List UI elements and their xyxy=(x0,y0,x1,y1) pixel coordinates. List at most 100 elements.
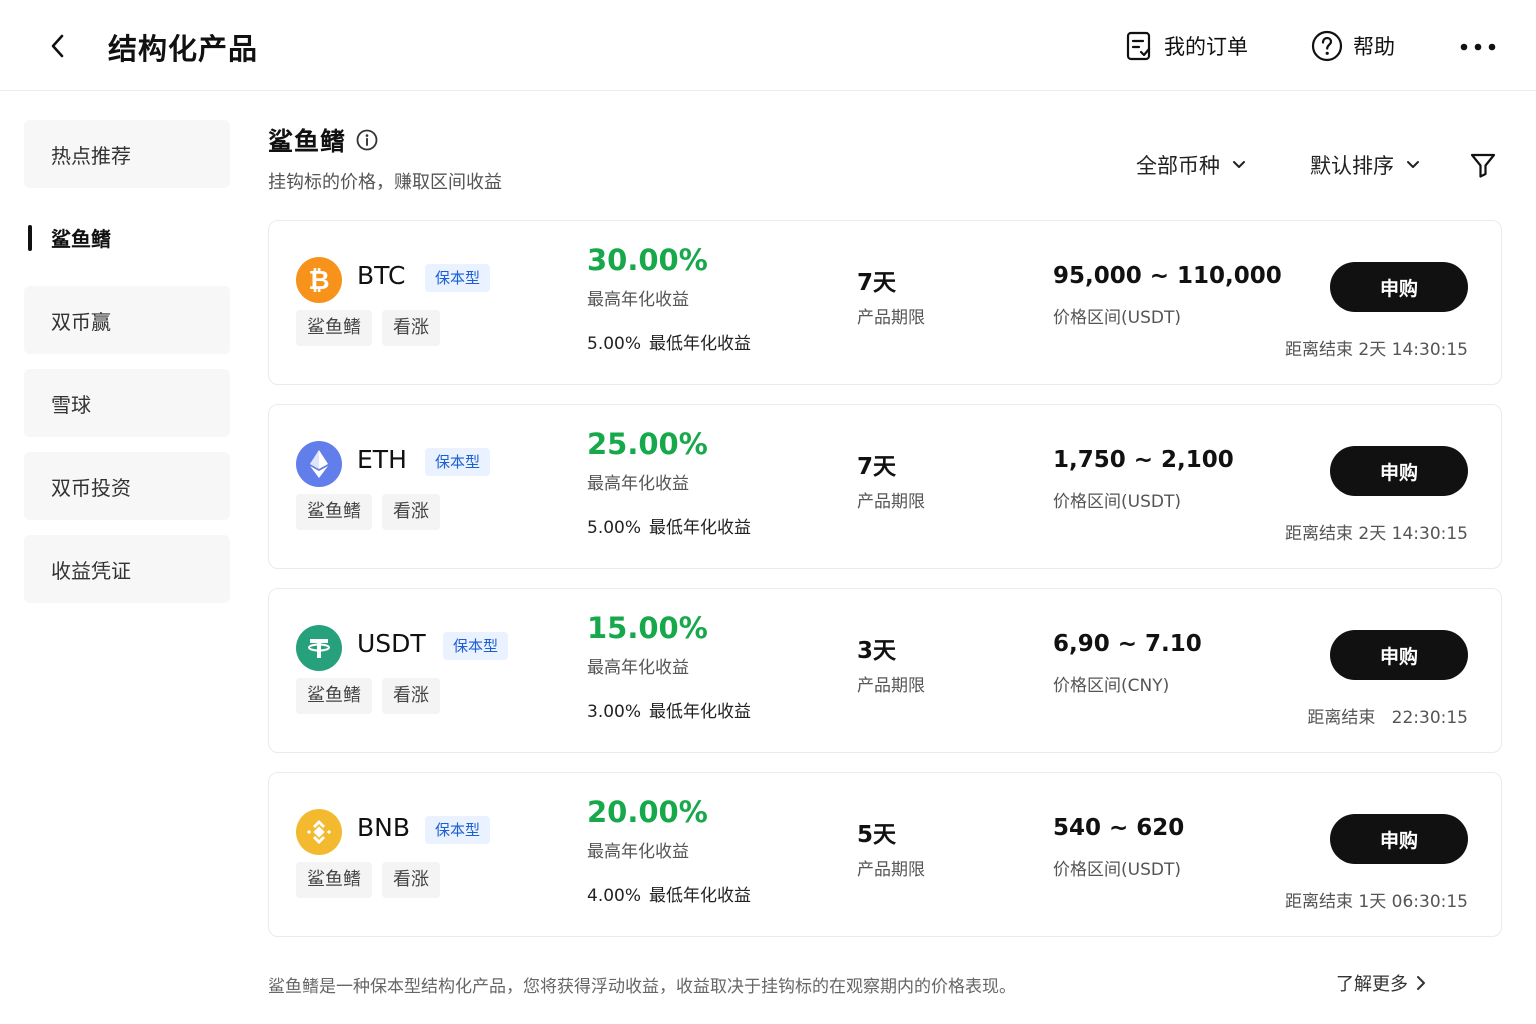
coin-name: USDT xyxy=(357,629,426,658)
max-apy-value: 30.00% xyxy=(587,243,708,277)
sidebar-item-label: 收益凭证 xyxy=(51,558,131,583)
min-apy-value: 5.00% xyxy=(587,518,642,538)
min-apy: 4.00% 最低年化收益 xyxy=(587,881,751,906)
coin-name: BTC xyxy=(357,261,406,290)
countdown: 距离结束 22:30:15 xyxy=(1307,703,1468,728)
more-button[interactable] xyxy=(1456,30,1500,64)
tag: 看涨 xyxy=(382,678,440,714)
chevron-left-icon xyxy=(51,34,64,58)
price-range-value: 95,000 ~ 110,000 xyxy=(1053,263,1282,289)
active-indicator xyxy=(28,225,32,251)
max-apy-value: 15.00% xyxy=(587,611,708,645)
filter-icon xyxy=(1470,153,1496,178)
countdown-label: 距离结束 xyxy=(1285,892,1354,912)
principal-protected-badge: 保本型 xyxy=(425,264,491,292)
price-range-label: 价格区间(CNY) xyxy=(1053,676,1170,696)
min-apy-value: 5.00% xyxy=(587,334,642,354)
sidebar-item-dual-win[interactable]: 双币赢 xyxy=(24,286,230,354)
usdt-icon xyxy=(296,625,342,671)
sidebar-item-label: 双币投资 xyxy=(51,475,131,500)
product-card: ETH 保本型 鲨鱼鳍 看涨 25.00% 最高年化收益 5.00% 最低年化收益… xyxy=(268,404,1502,569)
term-value: 3天 xyxy=(857,638,897,664)
tag-group: 鲨鱼鳍 看涨 xyxy=(296,310,440,346)
section-title-text: 鲨鱼鳍 xyxy=(268,127,347,156)
filter-button[interactable] xyxy=(1466,148,1500,182)
product-card: USDT 保本型 鲨鱼鳍 看涨 15.00% 最高年化收益 3.00% 最低年化收… xyxy=(268,588,1502,753)
back-button[interactable] xyxy=(40,28,76,64)
min-apy-value: 3.00% xyxy=(587,702,642,722)
countdown-label: 距离结束 xyxy=(1307,708,1376,728)
tag: 鲨鱼鳍 xyxy=(296,862,372,898)
learn-more-link[interactable]: 了解更多 xyxy=(1336,970,1426,996)
countdown: 距离结束 1天 06:30:15 xyxy=(1285,887,1468,912)
countdown-value: 1天 06:30:15 xyxy=(1358,892,1468,912)
section-header: 鲨鱼鳍 挂钩标的价格，赚取区间收益 xyxy=(268,122,502,194)
subscribe-button[interactable]: 申购 xyxy=(1330,814,1468,864)
sort-dropdown[interactable]: 默认排序 xyxy=(1310,150,1420,180)
countdown: 距离结束 2天 14:30:15 xyxy=(1285,519,1468,544)
min-apy-label: 最低年化收益 xyxy=(649,518,752,538)
sidebar-item-label: 鲨鱼鳍 xyxy=(51,226,111,251)
tag-group: 鲨鱼鳍 看涨 xyxy=(296,494,440,530)
footnote: 鲨鱼鳍是一种保本型结构化产品，您将获得浮动收益，收益取决于挂钩标的在观察期内的价… xyxy=(268,977,1016,997)
coin-name: ETH xyxy=(357,445,407,474)
info-icon[interactable] xyxy=(356,129,378,151)
price-range-label: 价格区间(USDT) xyxy=(1053,492,1181,512)
countdown-value: 22:30:15 xyxy=(1391,708,1468,728)
sort-label: 默认排序 xyxy=(1310,154,1394,178)
my-orders-button[interactable]: 我的订单 xyxy=(1124,30,1248,62)
product-card: BNB 保本型 鲨鱼鳍 看涨 20.00% 最高年化收益 4.00% 最低年化收益… xyxy=(268,772,1502,937)
sidebar-item-dual-investment[interactable]: 双币投资 xyxy=(24,452,230,520)
min-apy-label: 最低年化收益 xyxy=(649,702,752,722)
bnb-icon xyxy=(296,809,342,855)
sidebar-item-label: 热点推荐 xyxy=(51,143,131,168)
coin-filter-label: 全部币种 xyxy=(1136,154,1220,178)
top-bar: 结构化产品 我的订单 帮助 xyxy=(0,0,1536,91)
term-label: 产品期限 xyxy=(857,676,925,696)
min-apy: 5.00% 最低年化收益 xyxy=(587,329,751,354)
section-title: 鲨鱼鳍 xyxy=(268,122,502,158)
help-button[interactable]: 帮助 xyxy=(1311,30,1395,62)
page-title: 结构化产品 xyxy=(108,32,259,66)
tag-group: 鲨鱼鳍 看涨 xyxy=(296,862,440,898)
chevron-down-icon xyxy=(1407,161,1419,168)
countdown-label: 距离结束 xyxy=(1285,524,1354,544)
coin-filter-dropdown[interactable]: 全部币种 xyxy=(1136,150,1246,180)
my-orders-label: 我的订单 xyxy=(1164,35,1248,59)
tag-group: 鲨鱼鳍 看涨 xyxy=(296,678,440,714)
tag: 看涨 xyxy=(382,494,440,530)
sidebar-item-income-certificate[interactable]: 收益凭证 xyxy=(24,535,230,603)
section-subtitle: 挂钩标的价格，赚取区间收益 xyxy=(268,172,502,193)
chevron-right-icon xyxy=(1417,976,1425,990)
sidebar-item-hot[interactable]: 热点推荐 xyxy=(24,120,230,188)
term-value: 5天 xyxy=(857,822,897,848)
min-apy: 5.00% 最低年化收益 xyxy=(587,513,751,538)
principal-protected-badge: 保本型 xyxy=(425,448,491,476)
sidebar: 热点推荐 鲨鱼鳍 双币赢 雪球 双币投资 收益凭证 xyxy=(24,120,230,618)
max-apy-label: 最高年化收益 xyxy=(587,290,689,310)
tag: 鲨鱼鳍 xyxy=(296,310,372,346)
chevron-down-icon xyxy=(1233,161,1245,168)
max-apy-label: 最高年化收益 xyxy=(587,474,689,494)
term-value: 7天 xyxy=(857,454,897,480)
tag: 鲨鱼鳍 xyxy=(296,678,372,714)
order-icon xyxy=(1126,31,1151,61)
sidebar-item-shark-fin[interactable]: 鲨鱼鳍 xyxy=(24,203,230,271)
tag: 鲨鱼鳍 xyxy=(296,494,372,530)
more-dots-icon xyxy=(1460,43,1496,51)
term-label: 产品期限 xyxy=(857,492,925,512)
max-apy-value: 25.00% xyxy=(587,427,708,461)
product-card: ₿ BTC 保本型 鲨鱼鳍 看涨 30.00% 最高年化收益 5.00% 最低年化… xyxy=(268,220,1502,385)
learn-more-label: 了解更多 xyxy=(1336,974,1408,995)
sidebar-item-label: 双币赢 xyxy=(51,309,111,334)
price-range-value: 540 ~ 620 xyxy=(1053,815,1185,841)
sidebar-item-snowball[interactable]: 雪球 xyxy=(24,369,230,437)
subscribe-button[interactable]: 申购 xyxy=(1330,630,1468,680)
price-range-label: 价格区间(USDT) xyxy=(1053,308,1181,328)
question-circle-icon xyxy=(1311,30,1343,62)
max-apy-value: 20.00% xyxy=(587,795,708,829)
countdown-value: 2天 14:30:15 xyxy=(1358,524,1468,544)
subscribe-button[interactable]: 申购 xyxy=(1330,446,1468,496)
subscribe-button[interactable]: 申购 xyxy=(1330,262,1468,312)
sidebar-item-label: 雪球 xyxy=(51,392,91,417)
